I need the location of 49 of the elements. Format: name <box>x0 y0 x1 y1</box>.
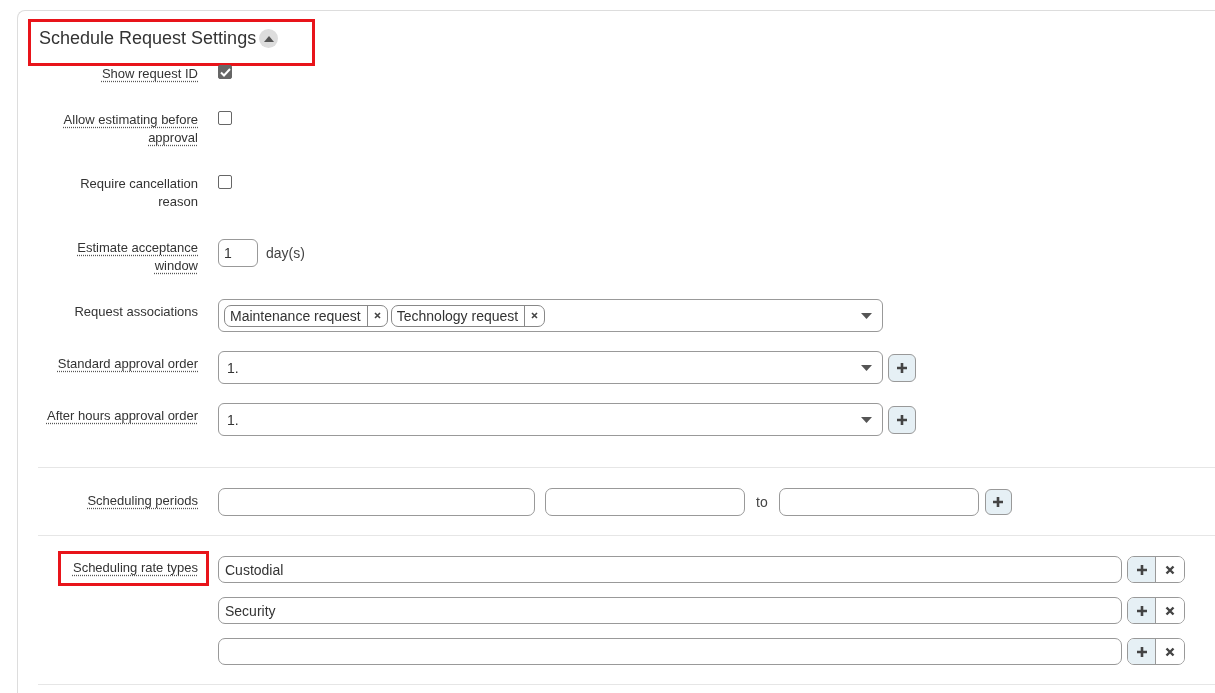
input-field[interactable] <box>218 638 1122 665</box>
range-separator-label: to <box>756 494 768 510</box>
field-label: Estimate acceptance window <box>76 239 198 275</box>
plus-icon <box>1135 645 1148 658</box>
field-label: After hours approval order <box>46 407 198 425</box>
add-button[interactable] <box>888 353 916 382</box>
input-field[interactable] <box>545 488 745 516</box>
unit-label: day(s) <box>266 245 305 261</box>
plus-icon <box>896 413 908 426</box>
dropdown-field[interactable]: 1. <box>218 351 883 384</box>
plus-icon <box>896 361 908 374</box>
remove-icon[interactable] <box>531 312 539 319</box>
checkbox[interactable] <box>218 175 232 189</box>
close-icon <box>1165 605 1175 616</box>
add-button[interactable] <box>888 405 916 434</box>
dropdown-caret-icon <box>861 365 872 371</box>
number-field[interactable]: 1 <box>218 239 258 267</box>
field-label: Allow estimating before approval <box>62 111 198 147</box>
input-field[interactable]: Security <box>218 597 1122 624</box>
add-button[interactable] <box>984 489 1012 515</box>
close-icon <box>1165 564 1175 575</box>
tag-label: Technology request <box>391 305 526 326</box>
field-label: Scheduling periods <box>87 492 198 510</box>
add-button[interactable] <box>1128 557 1156 582</box>
input-field[interactable] <box>218 488 535 516</box>
close-icon <box>1165 646 1175 657</box>
plus-icon <box>992 496 1005 508</box>
dropdown-field[interactable]: 1. <box>218 403 883 436</box>
field-label: Request associations <box>74 303 198 321</box>
remove-icon[interactable] <box>373 312 381 319</box>
checkbox[interactable] <box>218 65 232 79</box>
input-field[interactable] <box>778 488 979 516</box>
multi-select-field[interactable]: Maintenance request Technology request <box>218 299 883 332</box>
add-button[interactable] <box>1128 639 1156 664</box>
field-label: Scheduling rate types <box>57 551 209 586</box>
checkbox[interactable] <box>218 111 232 125</box>
field-label: Standard approval order <box>57 355 198 373</box>
field-label: Require cancellation reason <box>79 175 198 211</box>
plus-icon <box>1135 604 1148 617</box>
caret-icon <box>263 35 274 42</box>
dropdown-caret-icon <box>861 313 872 319</box>
input-field[interactable]: Custodial <box>218 556 1122 583</box>
plus-icon <box>1135 563 1148 576</box>
field-label: Show request ID <box>101 65 198 83</box>
add-button[interactable] <box>1128 598 1156 623</box>
collapse-button[interactable] <box>259 29 279 48</box>
section-title: Schedule Request Settings <box>39 28 257 49</box>
dropdown-caret-icon <box>861 417 872 423</box>
tag-label: Maintenance request <box>225 305 368 326</box>
